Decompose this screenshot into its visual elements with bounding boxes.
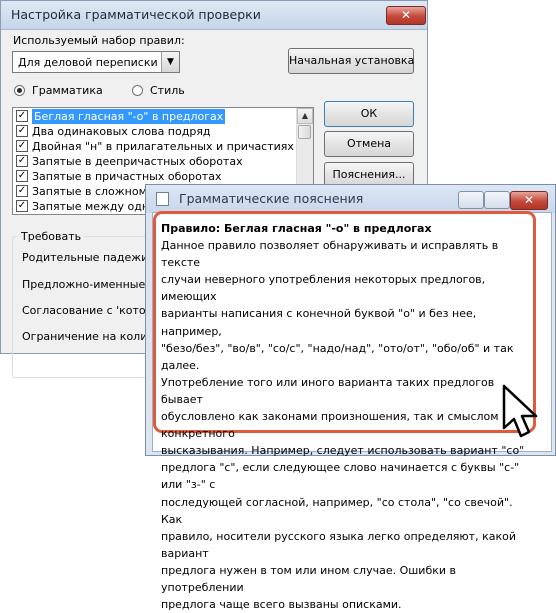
rule-checkbox[interactable]: ✓: [16, 140, 28, 152]
rule-checkbox[interactable]: ✓: [16, 125, 28, 137]
close-icon[interactable]: ✕: [386, 6, 426, 25]
ruleset-select[interactable]: Для деловой переписки ▼: [12, 51, 180, 73]
help-line: предлога чаще всего вызваны описками.: [161, 598, 402, 612]
chevron-down-icon[interactable]: ▼: [161, 52, 179, 72]
ok-button[interactable]: ОК: [324, 101, 414, 127]
help-line: высказывания. Например, следует использо…: [161, 444, 525, 458]
help-line: правило, носители русского языка легко о…: [161, 529, 516, 560]
grammar-radio-label[interactable]: Грамматика: [32, 84, 103, 97]
rule-label: Запятые в причастных оборотах: [32, 170, 222, 183]
scroll-thumb[interactable]: [298, 125, 311, 139]
minimize-icon[interactable]: [458, 191, 484, 209]
rule-item[interactable]: ✓ Двойная "н" в прилагательных и причаст…: [14, 139, 296, 154]
rule-checkbox[interactable]: ✓: [16, 110, 28, 122]
rule-checkbox[interactable]: ✓: [16, 200, 28, 212]
help-line: Употребление того или иного варианта так…: [161, 375, 495, 406]
help-line: обусловлено как законами произношения, т…: [161, 410, 499, 441]
rule-item[interactable]: ✓ Два одинаковых слова подряд: [14, 124, 296, 139]
help-window-title: Грамматические пояснения: [179, 191, 364, 206]
mouse-cursor-icon: [502, 384, 538, 438]
dialog-title: Настройка грамматической проверки: [11, 7, 261, 22]
style-radio-label[interactable]: Стиль: [150, 84, 185, 97]
help-line: предлога "с", если следующее слово начин…: [161, 461, 520, 492]
require-group-label: Требовать: [18, 230, 85, 243]
help-titlebar[interactable]: Грамматические пояснения ✕: [146, 185, 555, 213]
rule-label: Беглая гласная "-о" в предлогах: [32, 109, 226, 124]
reset-button[interactable]: Начальная установка: [288, 48, 414, 74]
rule-item[interactable]: ✓ Запятые в причастных оборотах: [14, 169, 296, 184]
scroll-up-icon[interactable]: ▲: [297, 108, 313, 124]
rule-item[interactable]: ✓ Запятые в деепричастных оборотах: [14, 154, 296, 169]
help-line: случаи неверного употребления некоторых …: [161, 273, 486, 304]
rule-item[interactable]: ✓ Беглая гласная "-о" в предлогах: [14, 109, 296, 124]
rule-checkbox[interactable]: ✓: [16, 155, 28, 167]
help-window-icon: [156, 192, 169, 206]
help-line: предлога нужен в том или ином случае. Ош…: [161, 563, 457, 594]
help-line: Данное правило позволяет обнаруживать и …: [161, 239, 499, 270]
help-line: варианты написания с конечной буквой "о"…: [161, 307, 477, 338]
style-radio[interactable]: [132, 85, 143, 96]
cancel-button[interactable]: Отмена: [324, 131, 414, 157]
rule-label: Запятые в деепричастных оборотах: [32, 155, 243, 168]
ruleset-label: Используемый набор правил:: [13, 34, 185, 47]
help-close-icon[interactable]: ✕: [510, 191, 548, 210]
dialog-titlebar[interactable]: Настройка грамматической проверки ✕: [1, 1, 427, 30]
maximize-icon[interactable]: [484, 191, 510, 209]
grammar-radio[interactable]: [14, 85, 25, 96]
rule-checkbox[interactable]: ✓: [16, 185, 28, 197]
help-heading: Правило: Беглая гласная "-о" в предлогах: [161, 222, 432, 235]
help-line: последующей согласной, например, "со сто…: [161, 495, 513, 526]
help-text: Правило: Беглая гласная "-о" в предлогах…: [161, 220, 531, 613]
rule-label: Два одинаковых слова подряд: [32, 125, 211, 138]
rule-checkbox[interactable]: ✓: [16, 170, 28, 182]
help-line: "безо/без", "во/в", "со/с", "надо/над", …: [161, 341, 514, 372]
rule-label: Двойная "н" в прилагательных и причастия…: [32, 140, 294, 153]
ruleset-value: Для деловой переписки: [18, 56, 158, 69]
